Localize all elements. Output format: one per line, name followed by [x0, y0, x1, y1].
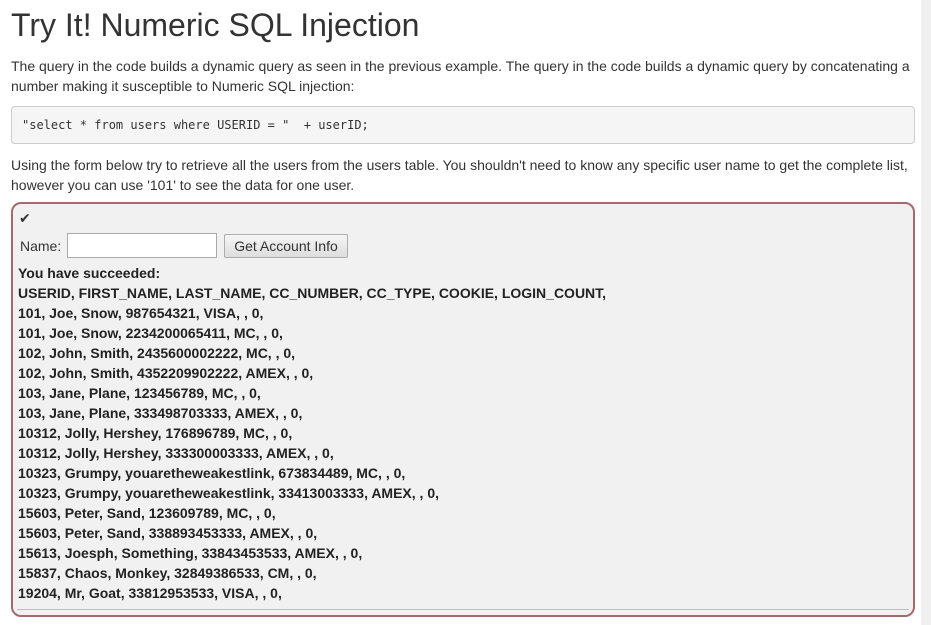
intro-paragraph: The query in the code builds a dynamic q…	[11, 58, 910, 94]
result-row: 101, Joe, Snow, 2234200065411, MC, , 0,	[18, 325, 283, 341]
result-row: 101, Joe, Snow, 987654321, VISA, , 0,	[18, 305, 264, 321]
scrollbar-gutter	[921, 0, 931, 625]
code-snippet: "select * from users where USERID = " + …	[11, 106, 915, 144]
name-input[interactable]	[67, 233, 218, 258]
get-account-info-button[interactable]: Get Account Info	[224, 233, 348, 258]
page-title: Try It! Numeric SQL Injection	[11, 7, 420, 43]
result-row: 103, Jane, Plane, 333498703333, AMEX, , …	[18, 405, 303, 421]
attack-container: ✔ Name: Get Account Info You have succee…	[11, 202, 915, 617]
result-row: 15603, Peter, Sand, 338893453333, AMEX, …	[18, 525, 318, 541]
lesson-content: Try It! Numeric SQL Injection The query …	[11, 0, 915, 617]
result-row: 10312, Jolly, Hershey, 333300003333, AME…	[18, 445, 334, 461]
result-row: 102, John, Smith, 4352209902222, AMEX, ,…	[18, 365, 314, 381]
result-row: 10312, Jolly, Hershey, 176896789, MC, , …	[18, 425, 293, 441]
divider	[17, 609, 909, 610]
result-row: 10323, Grumpy, youaretheweakestlink, 334…	[18, 485, 440, 501]
account-form: Name: Get Account Info	[20, 233, 348, 258]
result-heading: You have succeeded:	[18, 265, 161, 281]
result-row: 102, John, Smith, 2435600002222, MC, , 0…	[18, 345, 296, 361]
result-row: 10323, Grumpy, youaretheweakestlink, 673…	[18, 465, 406, 481]
attack-output: You have succeeded: USERID, FIRST_NAME, …	[18, 263, 606, 603]
result-row: 15837, Chaos, Monkey, 32849386533, CM, ,…	[18, 565, 317, 581]
page: Try It! Numeric SQL Injection The query …	[0, 0, 931, 625]
result-row: USERID, FIRST_NAME, LAST_NAME, CC_NUMBER…	[18, 285, 607, 301]
checkmark-icon: ✔	[19, 210, 31, 226]
result-row: 15603, Peter, Sand, 123609789, MC, , 0,	[18, 505, 276, 521]
result-row: 103, Jane, Plane, 123456789, MC, , 0,	[18, 385, 261, 401]
instructions-paragraph: Using the form below try to retrieve all…	[11, 157, 908, 193]
name-label: Name:	[20, 237, 62, 254]
result-row: 15613, Joesph, Something, 33843453533, A…	[18, 545, 363, 561]
result-row: 19204, Mr, Goat, 33812953533, VISA, , 0,	[18, 585, 282, 601]
